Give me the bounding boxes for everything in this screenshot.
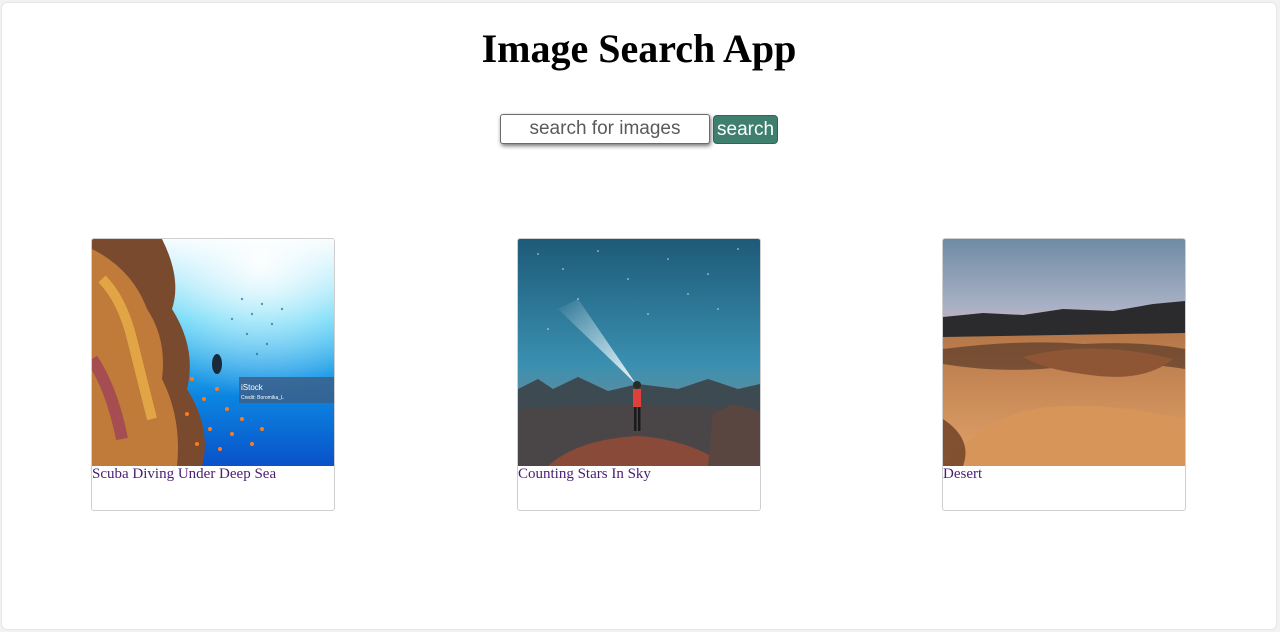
search-button[interactable]: search	[713, 114, 779, 144]
search-form: search	[500, 113, 779, 145]
result-caption-link[interactable]: Desert	[943, 466, 1185, 483]
page-title: Image Search App	[481, 26, 797, 71]
result-card: iStock Credit: Boromika_L Scuba Diving U…	[91, 238, 335, 511]
result-caption-link[interactable]: Scuba Diving Under Deep Sea	[92, 466, 334, 483]
result-image-desert[interactable]	[943, 239, 1185, 466]
result-image-stars[interactable]	[518, 239, 760, 466]
watermark-text: iStock	[241, 383, 264, 392]
watermark-credit: Credit: Boromika_L	[241, 395, 284, 401]
result-card: Desert	[942, 238, 1186, 511]
result-card: Counting Stars In Sky	[517, 238, 761, 511]
search-input[interactable]	[500, 114, 710, 144]
app-container: Image Search App search for images searc…	[1, 2, 1277, 630]
result-caption-link[interactable]: Counting Stars In Sky	[518, 466, 760, 483]
result-image-scuba[interactable]: iStock Credit: Boromika_L	[92, 239, 334, 466]
